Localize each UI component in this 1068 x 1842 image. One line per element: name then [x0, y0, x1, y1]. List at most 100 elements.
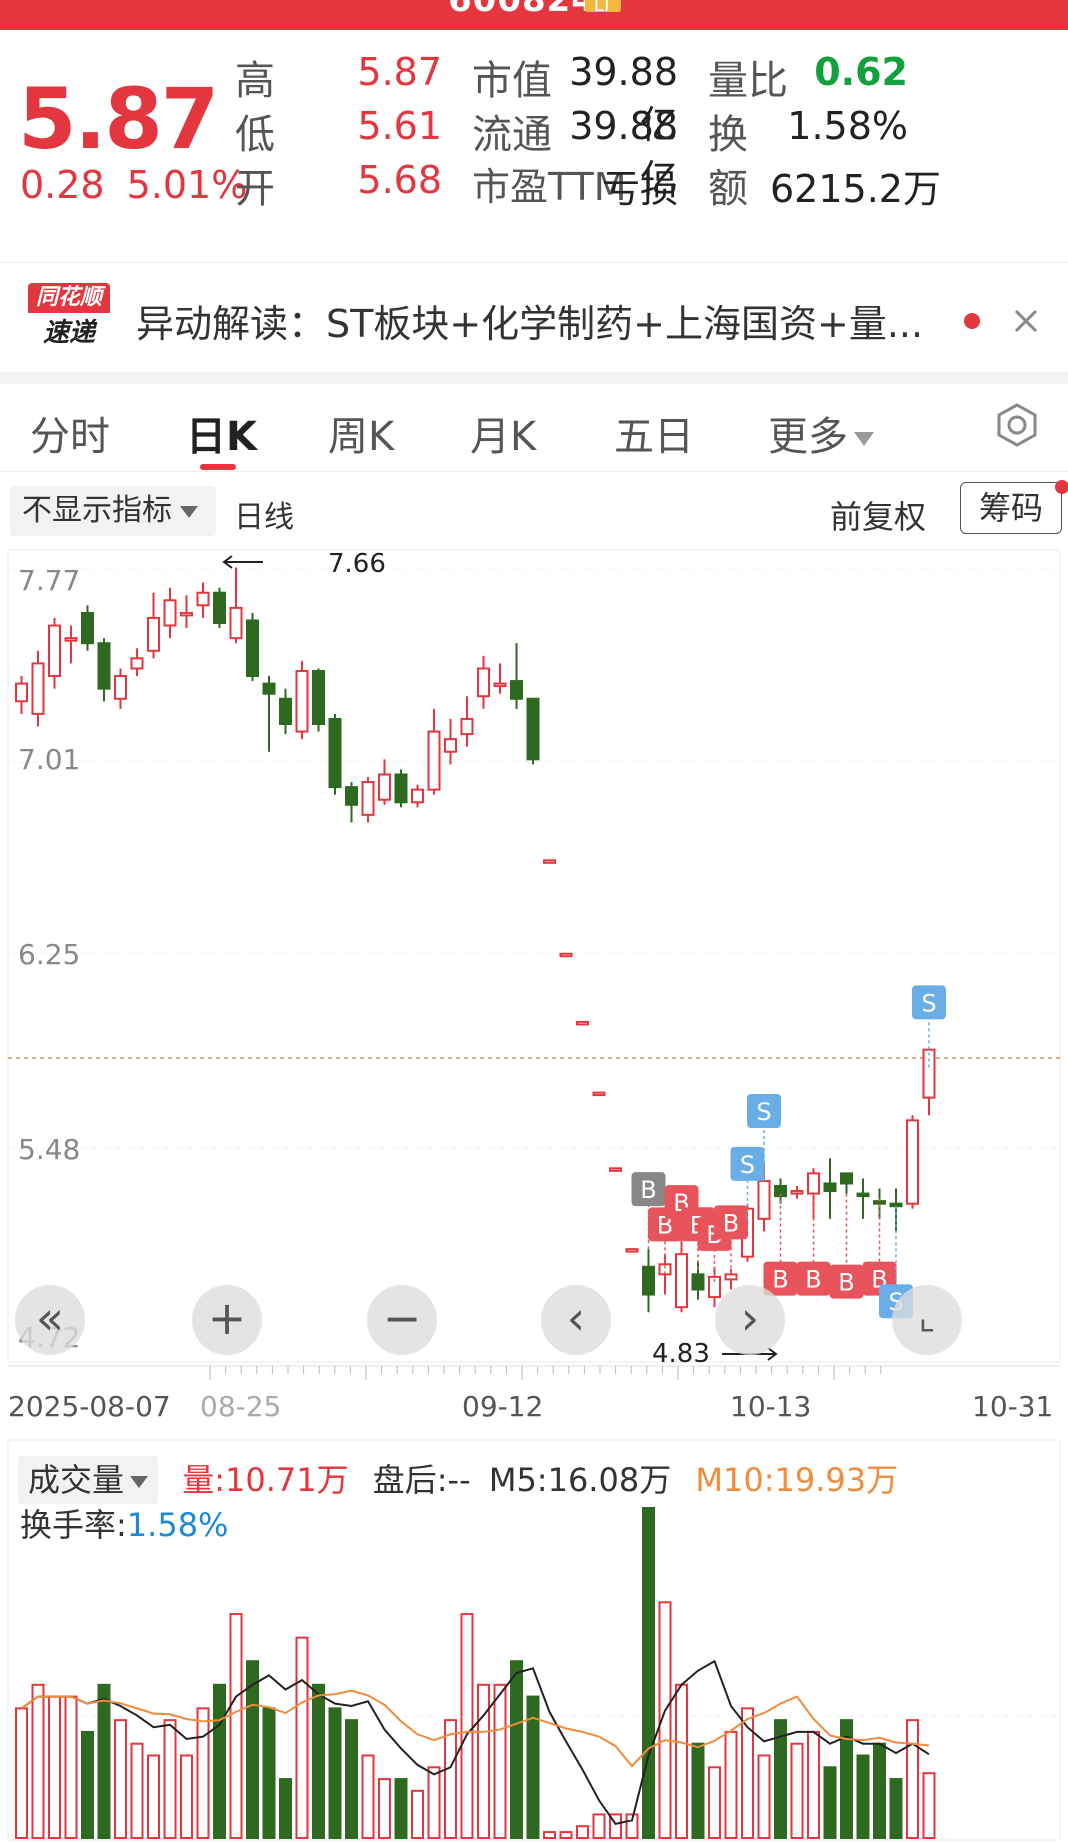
candle-body — [559, 952, 573, 958]
signal-label: S — [921, 989, 936, 1017]
x-tick-label: 09-12 — [462, 1390, 543, 1423]
candle — [48, 617, 61, 689]
candle-body — [229, 606, 243, 640]
candle — [97, 638, 111, 702]
tab-daily-k[interactable]: 日K — [186, 404, 257, 462]
candle-body — [592, 1091, 606, 1097]
candle — [15, 676, 28, 714]
open-value: 5.68 — [357, 158, 442, 202]
ma10-value: M10:19.93万 — [695, 1461, 899, 1499]
candle — [361, 777, 375, 823]
candle — [840, 1172, 853, 1194]
candle — [477, 655, 490, 709]
candle-body — [279, 697, 292, 726]
volume-bar — [262, 1707, 276, 1840]
tab-monthly-k[interactable]: 月K — [470, 404, 536, 462]
volume-bar — [592, 1813, 606, 1840]
candle — [229, 567, 243, 644]
candle — [543, 859, 556, 864]
volume-bar — [279, 1778, 292, 1839]
rewind-icon[interactable]: « — [15, 1285, 85, 1355]
volume-bar — [460, 1613, 474, 1839]
line-type-label: 日线 — [234, 500, 294, 535]
volume-bar — [708, 1766, 721, 1840]
close-icon[interactable] — [1010, 305, 1042, 337]
volume-bar — [130, 1742, 144, 1839]
scroll-right-icon[interactable]: › — [715, 1285, 785, 1355]
stock-badge: LT — [585, 0, 621, 16]
volume-bar — [213, 1683, 226, 1840]
candle-body — [328, 717, 342, 789]
fullscreen-icon[interactable]: ⌞ — [892, 1285, 962, 1355]
zoom-in-icon[interactable]: + — [192, 1285, 262, 1355]
volume-bars — [15, 1507, 936, 1840]
kline-chart[interactable]: 7.77 7.01 6.25 5.48 4.72 BBBBBBSSBBBBSS … — [0, 548, 1068, 1842]
adjust-toggle[interactable]: 前复权 — [830, 492, 926, 538]
candle-body — [163, 599, 177, 627]
left-arrow-icon — [222, 555, 263, 569]
stock-code: 600824 — [448, 0, 596, 20]
candle-body — [790, 1190, 804, 1195]
tab-intraday[interactable]: 分时 — [30, 404, 110, 462]
turnover-rate-value: 1.58% — [126, 1506, 229, 1544]
title-bar: 600824 LT — [0, 0, 1068, 30]
volume-bar — [394, 1778, 408, 1839]
volume-value: 量:10.71万 — [182, 1461, 349, 1499]
volume-bar — [147, 1754, 160, 1839]
candle — [64, 625, 78, 664]
candle-body — [856, 1192, 870, 1198]
candle — [906, 1115, 919, 1209]
candle — [642, 1249, 655, 1313]
volume-bar — [361, 1754, 375, 1839]
candle — [147, 592, 160, 659]
signal-label: S — [756, 1098, 771, 1126]
volume-selector[interactable]: 成交量 — [18, 1456, 159, 1504]
y-tick-label: 5.48 — [18, 1133, 80, 1166]
x-tick-label: 08-25 — [200, 1390, 281, 1423]
candle — [708, 1266, 721, 1308]
chips-button[interactable]: 筹码 — [960, 482, 1062, 534]
x-tick-label: 2025-08-07 — [8, 1390, 171, 1423]
volume-bar — [823, 1766, 837, 1840]
volume-bar — [15, 1707, 28, 1840]
news-banner[interactable]: 同花顺 速递 异动解读：ST板块+化学制药+上海国资+量... — [0, 262, 1068, 372]
volume-bar — [559, 1831, 573, 1840]
indicator-selector[interactable]: 不显示指标 — [10, 486, 216, 536]
candle-body — [543, 859, 556, 864]
candle — [510, 643, 523, 709]
volume-bar — [493, 1683, 507, 1840]
y-tick-label: 6.25 — [18, 938, 80, 971]
signal-label: B — [723, 1209, 739, 1237]
chart-control-bar: 不显示指标 日线 前复权 筹码 — [0, 472, 1068, 548]
candle-body — [147, 616, 160, 652]
volume-bar — [807, 1730, 820, 1840]
tab-more[interactable]: 更多 — [768, 404, 874, 462]
volume-bar — [724, 1730, 738, 1840]
candle-body — [609, 1167, 622, 1172]
candle-body — [460, 717, 474, 736]
amount-label: 额 — [708, 166, 748, 212]
x-tick-label: 10-31 — [972, 1390, 1053, 1423]
tab-weekly-k[interactable]: 周K — [328, 404, 394, 462]
high-value: 5.87 — [357, 50, 442, 94]
candle-body — [807, 1172, 820, 1195]
candle — [790, 1186, 804, 1199]
volume-bar — [757, 1754, 771, 1839]
scroll-left-icon[interactable]: ‹ — [541, 1285, 611, 1355]
settings-icon[interactable] — [994, 402, 1040, 448]
candle — [328, 713, 342, 795]
tab-five-day[interactable]: 五日 — [614, 404, 694, 462]
candle — [807, 1168, 820, 1219]
after-hours-value: 盘后:-- — [372, 1461, 471, 1499]
period-tabs: 分时 日K 周K 月K 五日 更多 — [0, 384, 1068, 472]
dropdown-arrow-icon — [180, 505, 198, 518]
ma5-value: M5:16.08万 — [488, 1461, 672, 1499]
low-label: 低 — [235, 112, 275, 158]
candlesticks — [15, 567, 936, 1313]
candle-body — [493, 682, 507, 688]
zoom-out-icon[interactable]: − — [367, 1285, 437, 1355]
volratio-label: 量比 — [708, 58, 788, 104]
candle — [213, 587, 226, 629]
news-text[interactable]: 异动解读：ST板块+化学制药+上海国资+量... — [136, 293, 956, 348]
candle — [31, 650, 45, 727]
